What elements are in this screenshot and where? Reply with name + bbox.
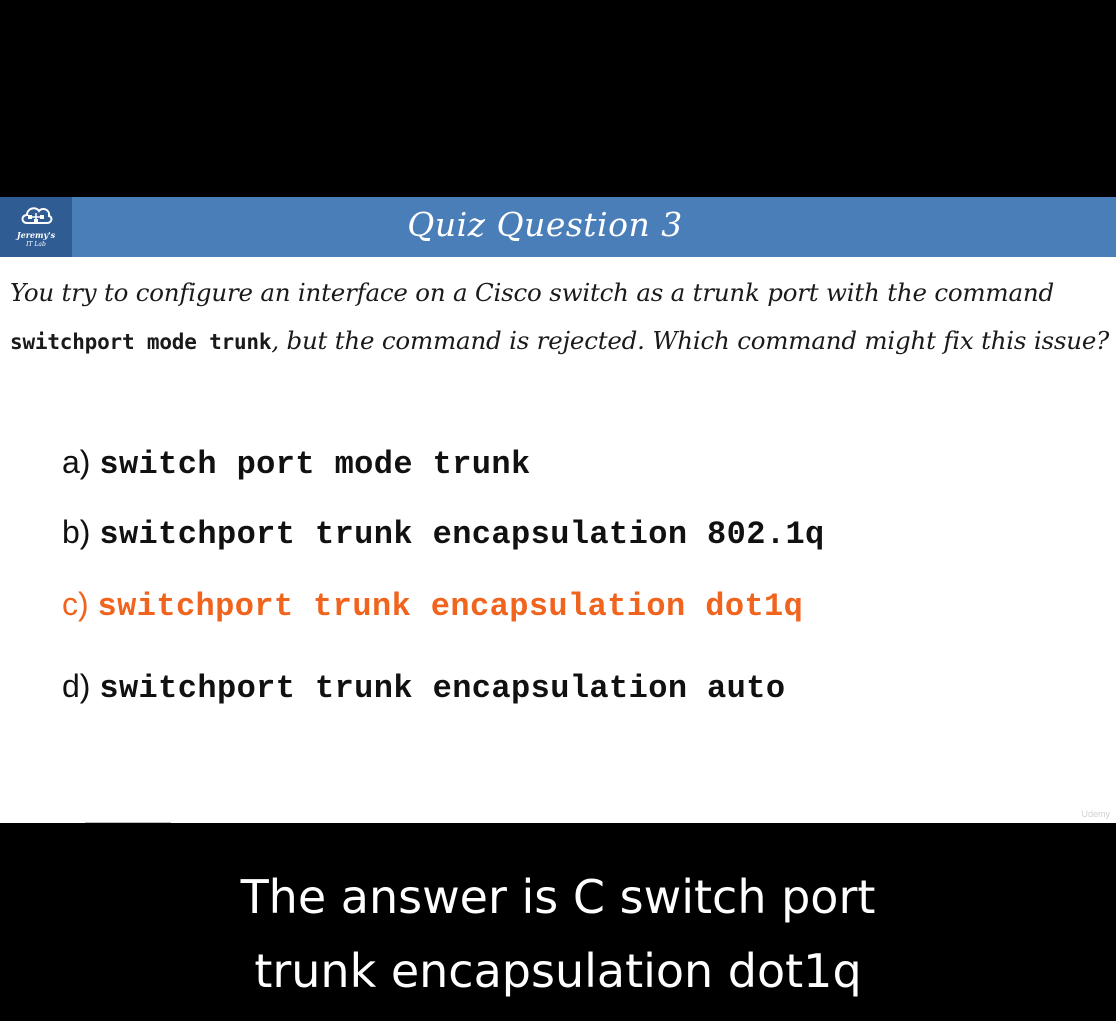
slide-title: Quiz Question 3: [407, 205, 683, 244]
option-letter: c): [62, 586, 89, 622]
option-command: switchport trunk encapsulation dot1q: [97, 588, 804, 625]
option-command: switchport trunk encapsulation 802.1q: [99, 516, 825, 553]
title-bar: Jeremy's IT Lab Quiz Question 3: [0, 197, 1116, 257]
caption-line-1: The answer is C switch port: [240, 870, 876, 924]
question-text-after: , but the command is rejected. Which com…: [271, 326, 1110, 355]
option-command: switchport trunk encapsulation auto: [99, 670, 786, 707]
video-caption: The answer is C switch port trunk encaps…: [0, 860, 1116, 1008]
answer-option-a: a) switch port mode trunk: [62, 444, 531, 483]
answer-option-c-correct: c) switchport trunk encapsulation dot1q: [62, 586, 803, 625]
question-command: switchport mode trunk: [10, 330, 272, 354]
answer-option-d: d) switchport trunk encapsulation auto: [62, 668, 785, 707]
quiz-slide: Jeremy's IT Lab Quiz Question 3 You try …: [0, 197, 1116, 823]
option-letter: b): [62, 514, 91, 550]
option-letter: d): [62, 668, 91, 704]
question-text: You try to configure an interface on a C…: [10, 269, 1110, 366]
answer-option-b: b) switchport trunk encapsulation 802.1q: [62, 514, 825, 553]
option-letter: a): [62, 444, 91, 480]
watermark: Udemy: [1081, 809, 1110, 819]
divider: [85, 822, 171, 823]
option-command: switch port mode trunk: [99, 446, 531, 483]
question-text-before: You try to configure an interface on a C…: [10, 278, 1054, 307]
caption-line-2: trunk encapsulation dot1q: [254, 944, 862, 998]
